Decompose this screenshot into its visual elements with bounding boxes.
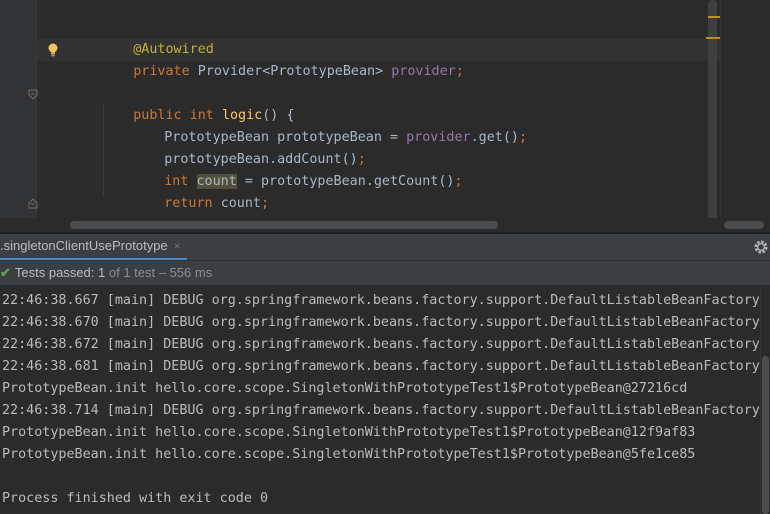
- tab-run-config[interactable]: .singletonClientUsePrototype ×: [0, 234, 187, 260]
- console-line: PrototypeBean.init hello.core.scope.Sing…: [2, 381, 688, 396]
- tests-detail: of 1 test – 556 ms: [105, 265, 213, 280]
- code-line-return: return count;: [132, 171, 269, 211]
- console-line: 22:46:38.681 [main] DEBUG org.springfram…: [2, 359, 760, 374]
- fold-marker-icon[interactable]: [28, 89, 38, 100]
- console-line: PrototypeBean.init hello.core.scope.Sing…: [2, 447, 696, 462]
- console-line: 22:46:38.714 [main] DEBUG org.springfram…: [2, 403, 760, 418]
- semicolon-token: ;: [518, 130, 528, 145]
- console-scroll-thumb[interactable]: [762, 356, 769, 514]
- warning-marker[interactable]: [706, 37, 720, 39]
- code-line-get: PrototypeBean prototypeBean = provider.g…: [132, 105, 527, 145]
- tests-passed-label: Tests passed:: [14, 265, 99, 280]
- console-line: Process finished with exit code 0: [2, 491, 269, 506]
- semicolon-token: ;: [454, 174, 463, 189]
- type-token: Provider<PrototypeBean>: [197, 64, 392, 79]
- code-line-field: private Provider<PrototypeBean> provider…: [101, 39, 464, 79]
- code-editor[interactable]: @Autowired private Provider<PrototypeBea…: [0, 0, 770, 232]
- variable-token: count: [220, 196, 261, 211]
- console-output[interactable]: 22:46:38.667 [main] DEBUG org.springfram…: [0, 286, 760, 514]
- field-token: provider: [406, 130, 471, 145]
- code-line-close-brace: }: [101, 193, 141, 232]
- editor-horizontal-scrollbar[interactable]: [0, 218, 770, 232]
- tab-label: .singletonClientUsePrototype: [0, 238, 168, 253]
- keyword-token: return: [164, 196, 221, 211]
- code-line-addcount: prototypeBean.addCount();: [132, 127, 366, 167]
- console-line: 22:46:38.667 [main] DEBUG org.springfram…: [2, 293, 760, 308]
- check-icon: ✔: [0, 265, 11, 280]
- editor-right-panel: [720, 0, 770, 232]
- close-icon[interactable]: ×: [174, 239, 181, 253]
- semicolon-token: ;: [455, 64, 464, 79]
- console-line: 22:46:38.670 [main] DEBUG org.springfram…: [2, 315, 760, 330]
- test-status-bar: ✔ Tests passed: 1 of 1 test – 556 ms: [0, 261, 770, 285]
- horizontal-scroll-thumb[interactable]: [70, 221, 498, 229]
- console-line: 22:46:38.672 [main] DEBUG org.springfram…: [2, 337, 760, 352]
- call-token: .get(): [470, 130, 519, 145]
- semicolon-token: ;: [261, 196, 270, 211]
- field-token: provider: [391, 64, 456, 79]
- horizontal-scroll-thumb[interactable]: [724, 221, 764, 229]
- code-line-annotation: @Autowired: [101, 17, 214, 57]
- code-line-method: public int logic() {: [101, 83, 294, 123]
- keyword-token: private: [133, 64, 198, 79]
- run-tab-bar: .singletonClientUsePrototype ×: [0, 234, 770, 261]
- console-vertical-scrollbar[interactable]: [760, 286, 770, 514]
- fold-marker-icon[interactable]: [28, 198, 38, 209]
- call-token: = prototypeBean.getCount(): [236, 174, 455, 189]
- code-line-count: int count = prototypeBean.getCount();: [132, 149, 463, 189]
- editor-vertical-scrollbar[interactable]: [708, 0, 717, 226]
- gear-icon[interactable]: [752, 238, 770, 256]
- lightbulb-icon[interactable]: [46, 39, 60, 61]
- console-line: PrototypeBean.init hello.core.scope.Sing…: [2, 425, 696, 440]
- warning-marker[interactable]: [708, 16, 720, 18]
